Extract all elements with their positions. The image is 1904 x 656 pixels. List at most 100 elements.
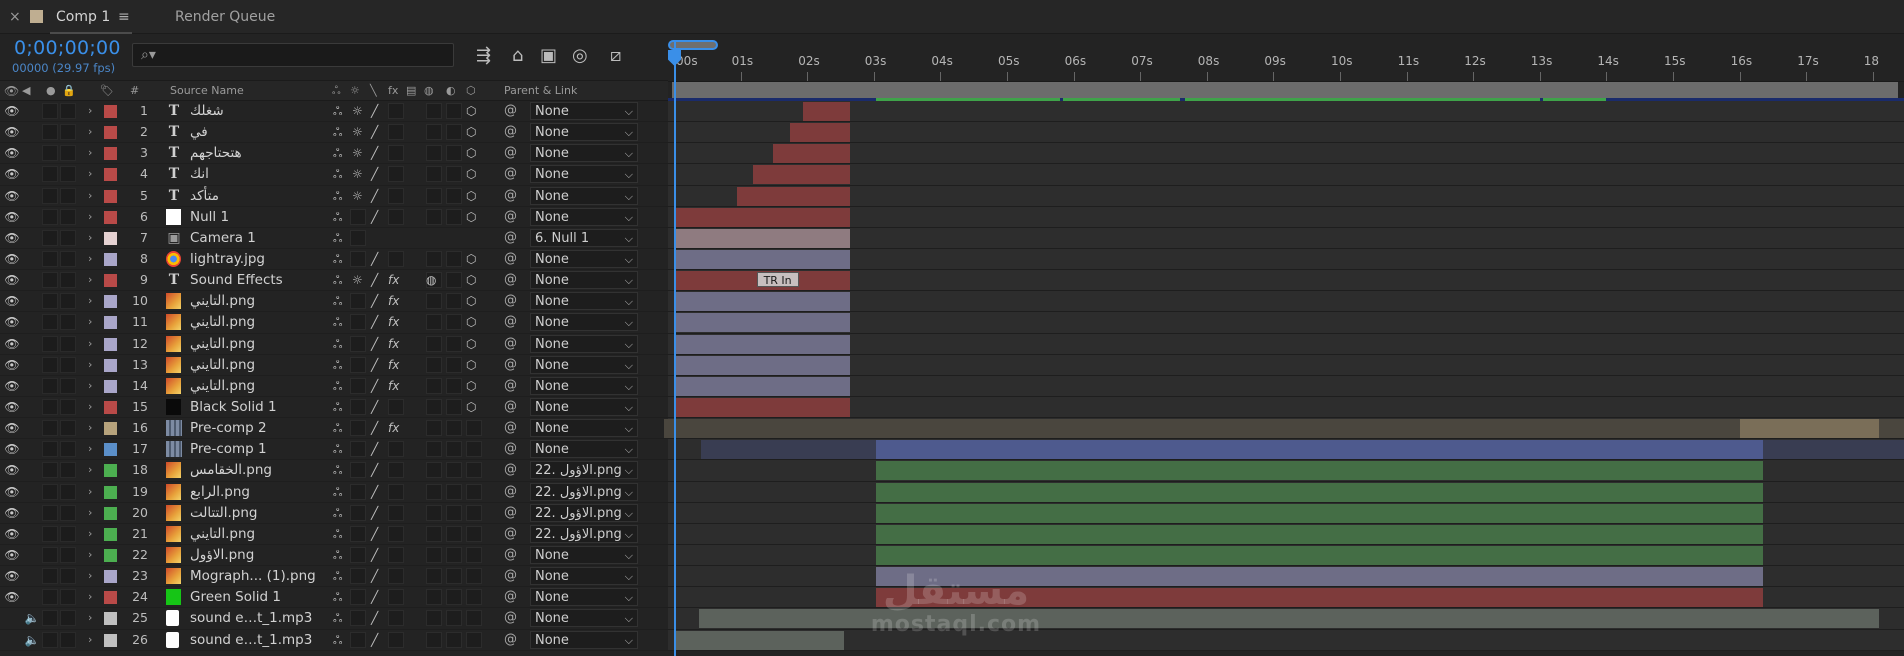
layer-row[interactable]: 👁 › 8 lightray.jpg ஃ ╱ ⬡ @ None ⌵	[0, 248, 668, 271]
quality-switch-icon[interactable]: ╱	[371, 186, 378, 206]
solo-header-icon[interactable]: ●	[46, 84, 56, 97]
3d-layer-switch[interactable]	[466, 504, 482, 521]
solo-switch[interactable]	[42, 610, 58, 627]
layer-name[interactable]: Camera 1	[190, 228, 330, 248]
collapse-switch[interactable]	[350, 483, 366, 500]
layer-marker[interactable]: TR In	[756, 272, 799, 288]
shy-switch-icon[interactable]: ஃ	[333, 186, 342, 206]
layer-row[interactable]: 👁 › 21 التايني.png ஃ ╱ @ 22. الاؤول.png ⌵	[0, 523, 668, 545]
shy-switch-icon[interactable]: ஃ	[333, 249, 342, 269]
parent-dropdown[interactable]: None ⌵	[530, 207, 638, 226]
video-toggle-icon[interactable]: 👁	[4, 164, 20, 184]
video-toggle-icon[interactable]: 👁	[4, 587, 20, 607]
video-toggle-icon[interactable]: 👁	[4, 122, 20, 142]
motion-blur-switch[interactable]	[426, 441, 442, 458]
layer-row[interactable]: 👁 › 24 Green Solid 1 ஃ ╱ @ None ⌵	[0, 587, 668, 609]
shy-switch-icon[interactable]: ஃ	[333, 418, 342, 438]
parent-dropdown[interactable]: 6. Null 1 ⌵	[530, 228, 638, 247]
layer-duration-bar[interactable]	[1739, 419, 1880, 439]
lock-header-icon[interactable]: 🔒	[62, 84, 76, 97]
layer-row[interactable]: 👁 › 12 التايني.png ஃ ╱ fx ⬡ @ None ⌵	[0, 333, 668, 355]
layer-duration-bar[interactable]	[876, 545, 1763, 565]
shy-switch-icon[interactable]: ஃ	[333, 164, 342, 184]
label-color-swatch[interactable]	[104, 443, 117, 457]
parent-dropdown[interactable]: None ⌵	[530, 292, 638, 311]
shy-switch-icon[interactable]: ஃ	[333, 207, 342, 227]
pick-whip-icon[interactable]: @	[504, 376, 517, 396]
label-color-swatch[interactable]	[104, 189, 117, 203]
layer-name[interactable]: التايني.png	[190, 376, 330, 396]
motion-blur-switch[interactable]	[426, 103, 442, 119]
label-color-swatch[interactable]	[104, 210, 117, 224]
effects-switch[interactable]	[388, 546, 404, 563]
layer-row[interactable]: 👁 › 4 T انك ஃ ☼ ╱ ⬡ @ None ⌵	[0, 164, 668, 186]
parent-dropdown[interactable]: None ⌵	[530, 249, 638, 268]
video-toggle-icon[interactable]: 👁	[4, 186, 20, 206]
layer-duration-bar[interactable]	[674, 376, 850, 396]
lock-switch[interactable]	[60, 441, 76, 458]
3d-layer-switch[interactable]	[466, 631, 482, 648]
quality-switch-icon[interactable]: ╱	[371, 207, 378, 227]
3d-layer-icon[interactable]: ⬡	[466, 334, 476, 354]
motion-blur-switch[interactable]	[426, 335, 442, 352]
pick-whip-icon[interactable]: @	[504, 270, 517, 290]
video-toggle-icon[interactable]: 👁	[4, 566, 20, 586]
solo-switch[interactable]	[42, 272, 58, 289]
effects-switch[interactable]	[388, 166, 404, 183]
pick-whip-icon[interactable]: @	[504, 291, 517, 311]
pick-whip-icon[interactable]: @	[504, 545, 517, 565]
lock-switch[interactable]	[60, 420, 76, 437]
shy-switch-icon[interactable]: ஃ	[333, 122, 342, 142]
parent-dropdown[interactable]: None ⌵	[530, 313, 638, 332]
effects-switch[interactable]	[388, 568, 404, 585]
solo-switch[interactable]	[42, 208, 58, 225]
quality-switch-icon[interactable]: ╱	[371, 545, 378, 565]
video-toggle-icon[interactable]: 👁	[4, 376, 20, 396]
twirl-expand-icon[interactable]: ›	[88, 524, 92, 544]
effects-switch-icon[interactable]: fx	[388, 355, 399, 375]
video-toggle-icon[interactable]: 👁	[4, 312, 20, 332]
motion-blur-switch[interactable]	[426, 208, 442, 225]
time-navigator[interactable]	[668, 40, 1904, 52]
motion-blur-switch[interactable]	[426, 462, 442, 479]
graph-editor-icon[interactable]: ⧄	[610, 45, 621, 66]
pick-whip-icon[interactable]: @	[504, 460, 517, 480]
work-area-bar[interactable]	[672, 82, 1898, 99]
shy-switch-icon[interactable]: ஃ	[333, 545, 342, 565]
effects-switch-icon[interactable]: fx	[388, 334, 399, 354]
layer-duration-bar[interactable]	[876, 588, 1763, 608]
motion-blur-switch[interactable]	[426, 166, 442, 183]
solo-switch[interactable]	[42, 441, 58, 458]
layer-name[interactable]: التتالت.png	[190, 503, 330, 523]
adjustment-switch[interactable]	[446, 589, 462, 606]
source-name-header[interactable]: Source Name	[170, 84, 244, 97]
video-toggle-icon[interactable]: 👁	[4, 207, 20, 227]
shy-switch-icon[interactable]: ஃ	[333, 376, 342, 396]
lock-switch[interactable]	[60, 610, 76, 627]
layer-name[interactable]: Mograph... (1).png	[190, 566, 330, 586]
adjustment-switch[interactable]	[446, 483, 462, 500]
parent-dropdown[interactable]: None ⌵	[530, 123, 638, 142]
layer-name[interactable]: انك	[190, 164, 330, 184]
video-toggle-icon[interactable]: 👁	[4, 397, 20, 417]
collapse-switch[interactable]	[350, 335, 366, 352]
collapse-switch[interactable]	[350, 250, 366, 267]
shy-switch-icon[interactable]: ஃ	[333, 334, 342, 354]
layer-duration-bar[interactable]	[674, 207, 850, 227]
layer-duration-bar[interactable]	[674, 313, 850, 333]
effects-switch-icon[interactable]: fx	[388, 291, 399, 311]
solo-switch[interactable]	[42, 145, 58, 162]
pick-whip-icon[interactable]: @	[504, 228, 517, 248]
layer-name[interactable]: التايني.png	[190, 334, 330, 354]
motion-blur-switch[interactable]	[426, 356, 442, 373]
effects-switch-icon[interactable]: fx	[388, 312, 399, 332]
collapse-switch[interactable]	[350, 208, 366, 225]
label-color-swatch[interactable]	[104, 126, 117, 140]
layer-duration-bar[interactable]	[876, 440, 1763, 460]
layer-row[interactable]: 🔈 › 26 sound e…t_1.mp3 ஃ ╱ @ None ⌵	[0, 629, 668, 651]
quality-switch-icon[interactable]: ╱	[371, 101, 378, 121]
current-time-indicator-line[interactable]	[674, 40, 676, 656]
quality-switch-icon[interactable]: ╱	[371, 503, 378, 523]
parent-dropdown[interactable]: None ⌵	[530, 376, 638, 395]
layer-row[interactable]: 👁 › 18 الخقامس.png ஃ ╱ @ 22. الاؤول.png ⌵	[0, 460, 668, 482]
